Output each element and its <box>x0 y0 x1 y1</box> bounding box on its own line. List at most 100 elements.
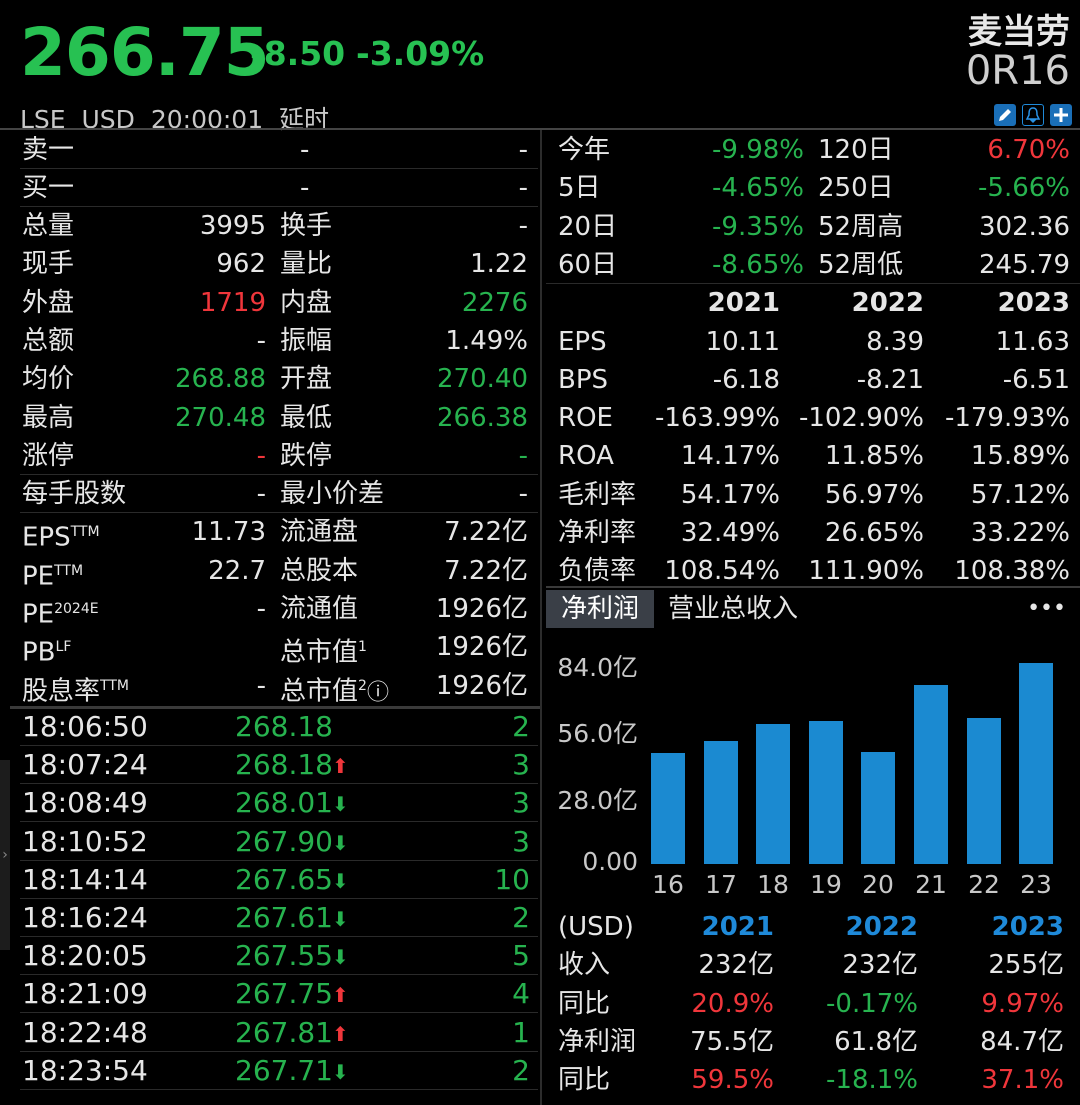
valuation-label-suffix: 2 <box>358 677 367 694</box>
summary-value: 232亿 <box>698 950 774 981</box>
tick-time: 18:14:14 <box>22 862 148 896</box>
valuation-label: PETTM <box>22 552 83 591</box>
valuation-value: - <box>256 594 266 624</box>
fund-label: EPS <box>558 326 607 357</box>
min-tick-value: - <box>518 479 528 510</box>
chart-bar <box>809 721 843 864</box>
more-icon[interactable]: ••• <box>1027 590 1066 628</box>
tick-volume: 2 <box>512 1053 530 1087</box>
valuation-label-text: PB <box>22 637 56 668</box>
quote-label: 开盘 <box>280 364 333 395</box>
tab-net-profit[interactable]: 净利润 <box>546 590 654 628</box>
lot-size-value: - <box>256 479 266 510</box>
y-tick-label: 0.00 <box>582 847 638 876</box>
valuation-value: 1926亿 <box>435 632 528 663</box>
valuation-label-suffix: TTM <box>100 677 129 694</box>
summary-label: 同比 <box>558 1065 611 1096</box>
valuation-value: 11.73 <box>191 517 266 548</box>
row-divider <box>20 1088 538 1090</box>
summary-value: -18.1% <box>826 1065 918 1096</box>
valuation-label-text: 总股本 <box>280 555 359 586</box>
fund-value: 32.49% <box>680 518 780 548</box>
fund-value: 11.85% <box>824 441 924 472</box>
valuation-label-suffix: LF <box>55 639 72 656</box>
price-change-pct: -3.09% <box>356 34 485 73</box>
last-price: 266.75 <box>20 14 270 91</box>
tick-volume: 2 <box>512 710 530 743</box>
alert-bell-icon[interactable] <box>1022 104 1044 126</box>
fund-label: 净利率 <box>558 518 637 548</box>
stock-code: 0R16 <box>965 48 1070 94</box>
expand-handle[interactable]: › <box>0 760 10 950</box>
tick-volume: 3 <box>512 748 530 782</box>
tick-volume: 4 <box>512 977 530 1011</box>
valuation-value: 22.7 <box>208 555 266 586</box>
valuation-value <box>130 628 266 666</box>
perf-value: 245.79 <box>979 249 1070 280</box>
fund-value: 54.17% <box>680 479 780 510</box>
summary-value: 84.7亿 <box>980 1026 1064 1057</box>
tick-price: 268.18 <box>235 710 333 743</box>
fund-value: -163.99% <box>654 403 780 434</box>
summary-year: 2022 <box>845 912 918 942</box>
quote-label: 量比 <box>280 249 333 280</box>
price-change: -8.50 <box>250 34 346 73</box>
y-tick-label: 28.0亿 <box>557 786 638 815</box>
stock-name: 麦当劳 <box>968 12 1070 52</box>
quote-label: 内盘 <box>280 287 333 318</box>
column-divider <box>540 130 542 1105</box>
tick-price: 267.81 <box>235 1015 333 1049</box>
valuation-label-suffix: TTM <box>70 524 100 541</box>
quote-value: 270.40 <box>437 364 528 395</box>
quote-label: 换手 <box>280 211 333 241</box>
tick-price: 268.18 <box>235 748 333 782</box>
chart-bar <box>861 752 895 864</box>
chart-bar <box>967 718 1001 864</box>
tick-price: 268.01 <box>235 786 333 820</box>
tick-volume: 3 <box>512 824 530 858</box>
edit-icon[interactable] <box>994 104 1016 126</box>
min-tick-label: 最小价差 <box>280 479 385 510</box>
arrow-down-icon: ⬇ <box>332 792 349 817</box>
tick-price: 267.71 <box>235 1053 333 1087</box>
tick-volume: 10 <box>494 862 530 896</box>
summary-value: 61.8亿 <box>834 1026 918 1057</box>
fund-year-header: 2023 <box>997 288 1070 319</box>
quote-value: - <box>256 440 266 471</box>
add-watchlist-icon[interactable] <box>1050 104 1072 126</box>
valuation-value: 1926亿 <box>435 594 528 624</box>
fund-value: 26.65% <box>824 518 924 548</box>
x-tick-label: 16 <box>652 870 684 899</box>
quote-value: 268.88 <box>175 364 266 395</box>
perf-value: 6.70% <box>987 135 1070 165</box>
valuation-value: 7.22亿 <box>444 555 528 586</box>
valuation-value: 1926亿 <box>435 670 528 701</box>
summary-label: 同比 <box>558 988 611 1019</box>
summary-value: 9.97% <box>981 988 1064 1019</box>
tab-revenue[interactable]: 营业总收入 <box>668 590 798 628</box>
quote-value: 1719 <box>199 287 266 318</box>
arrow-down-icon: ⬇ <box>332 1059 349 1084</box>
y-tick-label: 56.0亿 <box>557 719 638 748</box>
fund-year-header: 2021 <box>707 288 780 319</box>
tick-volume: 2 <box>512 901 530 934</box>
perf-value: -4.65% <box>712 173 804 204</box>
fund-value: 111.90% <box>808 556 924 587</box>
perf-label: 52周低 <box>818 249 904 280</box>
valuation-label: 股息率TTM <box>22 667 129 706</box>
arrow-up-icon: ⬆ <box>332 754 349 779</box>
quote-value: 1.22 <box>470 249 528 280</box>
x-tick-label: 22 <box>968 870 1000 899</box>
x-tick-label: 19 <box>810 870 842 899</box>
perf-value: -5.66% <box>978 173 1070 204</box>
tick-volume: 1 <box>512 1015 530 1049</box>
fund-value: 10.11 <box>705 326 780 357</box>
fund-value: -102.90% <box>798 403 924 434</box>
quote-value: 266.38 <box>437 402 528 433</box>
x-tick-label: 17 <box>705 870 737 899</box>
fund-value: 108.38% <box>954 556 1070 587</box>
summary-label: 净利润 <box>558 1026 637 1057</box>
valuation-label-suffix: 2024E <box>54 601 99 617</box>
summary-year: 2023 <box>991 912 1064 942</box>
x-tick-label: 20 <box>862 870 894 899</box>
